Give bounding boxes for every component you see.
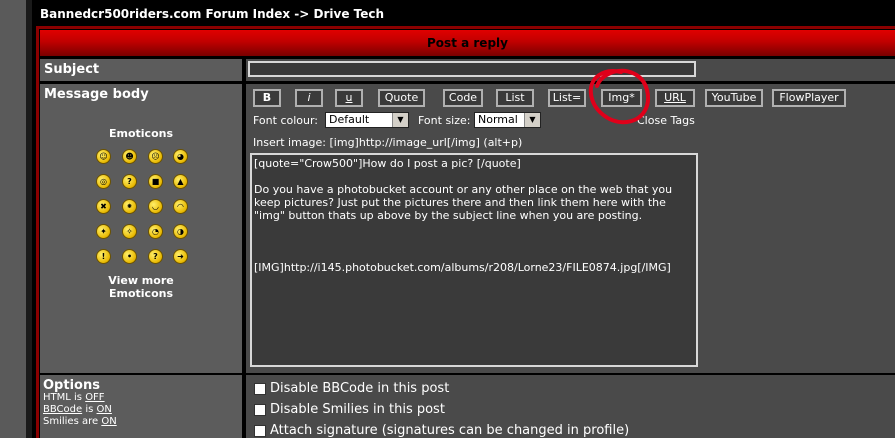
- shocked-icon[interactable]: ◎: [96, 174, 111, 189]
- flowplayer-button[interactable]: FlowPlayer: [772, 89, 846, 107]
- razz-icon[interactable]: ⁕: [122, 199, 137, 214]
- html-status-prefix: HTML is: [43, 392, 82, 403]
- body-line-spacer: [254, 235, 694, 248]
- view-more-line2: Emoticons: [108, 287, 174, 300]
- font-colour-value: Default: [329, 113, 370, 126]
- underline-button[interactable]: u: [335, 89, 363, 107]
- code-button[interactable]: Code: [443, 89, 483, 107]
- html-status: HTML is OFF: [43, 392, 105, 403]
- options-title: Options: [43, 378, 100, 393]
- disable-smilies-label: Disable Smilies in this post: [270, 402, 445, 417]
- bbcode-status: BBCode is ON: [43, 404, 112, 415]
- view-more-line1: View more: [108, 274, 174, 287]
- attach-signature-label: Attach signature (signatures can be chan…: [270, 423, 630, 438]
- post-reply-header: Post a reply: [40, 30, 895, 56]
- embarrassed-icon[interactable]: ◡: [148, 199, 163, 214]
- body-line-spacer: [254, 248, 694, 261]
- smile-icon[interactable]: ☺: [96, 149, 111, 164]
- font-size-label: Font size:: [418, 114, 471, 127]
- rolleyes-icon[interactable]: ◔: [148, 224, 163, 239]
- url-button[interactable]: URL: [655, 89, 695, 107]
- disable-bbcode-label: Disable BBCode in this post: [270, 381, 450, 396]
- list-button[interactable]: List: [496, 89, 534, 107]
- body-line-img: [IMG]http://i145.photobucket.com/albums/…: [254, 261, 671, 274]
- smilies-status-value: ON: [101, 416, 117, 427]
- html-status-value: OFF: [85, 392, 105, 403]
- youtube-button[interactable]: YouTube: [705, 89, 763, 107]
- subject-label: Subject: [44, 62, 100, 77]
- evil-icon[interactable]: ✦: [96, 224, 111, 239]
- attach-signature-checkbox[interactable]: [254, 425, 266, 437]
- font-colour-select[interactable]: Default ▼: [325, 112, 409, 128]
- view-more-emoticons-link[interactable]: View more Emoticons: [40, 274, 242, 300]
- disable-smilies-checkbox[interactable]: [254, 404, 266, 416]
- bbcode-status-mid: is: [85, 404, 94, 415]
- sad-icon[interactable]: ☹: [148, 149, 163, 164]
- body-line-spacer: [254, 222, 694, 235]
- chevron-down-icon[interactable]: ▼: [524, 113, 540, 127]
- smilies-status: Smilies are ON: [43, 416, 117, 427]
- left-margin-divider: [26, 0, 32, 438]
- subject-label-cell: Subject: [40, 59, 242, 81]
- arrow-icon[interactable]: ➜: [173, 249, 188, 264]
- emoticons-title: Emoticons: [108, 127, 174, 140]
- italic-button[interactable]: i: [295, 89, 323, 107]
- smilies-status-prefix: Smilies are: [43, 416, 99, 427]
- bold-button[interactable]: B: [253, 89, 281, 107]
- body-line-quote: [quote="Crow500"]How do I post a pic? [/…: [254, 157, 521, 170]
- twisted-icon[interactable]: ✧: [122, 224, 137, 239]
- message-textarea[interactable]: [quote="Crow500"]How do I post a pic? [/…: [250, 153, 698, 367]
- bbcode-link[interactable]: BBCode: [43, 404, 82, 415]
- cool-icon[interactable]: ■: [148, 174, 163, 189]
- font-size-value: Normal: [478, 113, 518, 126]
- confused-icon[interactable]: ?: [122, 174, 137, 189]
- chevron-down-icon[interactable]: ▼: [392, 113, 408, 127]
- mad-icon[interactable]: ✖: [96, 199, 111, 214]
- helpline-text: Insert image: [img]http://image_url[/img…: [253, 136, 523, 149]
- left-margin: [0, 0, 26, 438]
- list-numbered-button[interactable]: List=: [548, 89, 586, 107]
- annotation-circle: [588, 68, 650, 125]
- question-icon[interactable]: ?: [148, 249, 163, 264]
- disable-bbcode-checkbox[interactable]: [254, 383, 266, 395]
- surprised-icon[interactable]: ◕: [173, 149, 188, 164]
- message-body-label: Message body: [44, 87, 149, 102]
- wink-icon[interactable]: ◑: [173, 224, 188, 239]
- breadcrumb[interactable]: Bannedcr500riders.com Forum Index -> Dri…: [40, 7, 384, 21]
- laughing-icon[interactable]: ▲: [173, 174, 188, 189]
- bbcode-status-value: ON: [96, 404, 112, 415]
- idea-icon[interactable]: •: [122, 249, 137, 264]
- font-colour-label: Font colour:: [253, 114, 319, 127]
- exclaim-icon[interactable]: !: [96, 249, 111, 264]
- body-line-paragraph: Do you have a photobucket account or any…: [254, 183, 676, 222]
- crying-icon[interactable]: ◠: [173, 199, 188, 214]
- grin-icon[interactable]: ☻: [122, 149, 137, 164]
- quote-button[interactable]: Quote: [378, 89, 425, 107]
- body-line-spacer: [254, 170, 694, 183]
- font-size-select[interactable]: Normal ▼: [474, 112, 541, 128]
